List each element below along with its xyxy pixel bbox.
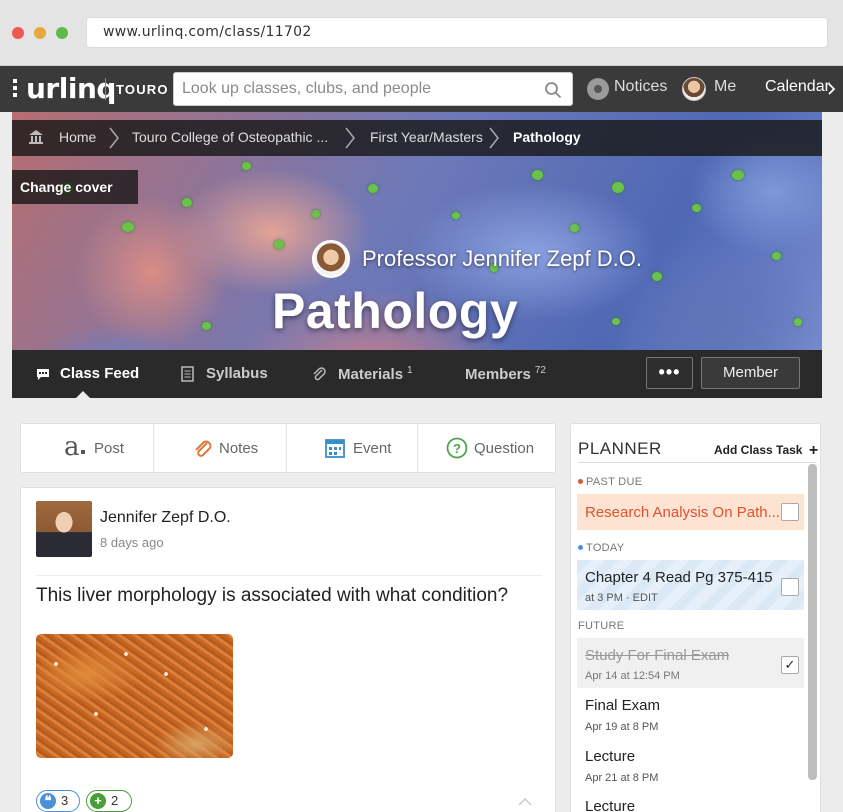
question-label: Question <box>474 440 535 457</box>
post-author-name[interactable]: Jennifer Zepf D.O. <box>100 509 231 527</box>
plus-icon: + <box>90 793 106 809</box>
post-label: Post <box>94 440 125 457</box>
breadcrumb-current: Pathology <box>513 129 581 145</box>
composer-question-button[interactable]: ? Question <box>418 424 555 472</box>
breadcrumb-college[interactable]: Touro College of Osteopathic ... <box>132 129 328 145</box>
logo[interactable]: urlinq <box>26 72 116 105</box>
post-icon: a <box>64 432 80 462</box>
home-icon[interactable] <box>28 129 44 145</box>
notes-label: Notes <box>219 440 259 457</box>
author-avatar[interactable] <box>36 501 92 557</box>
materials-count: 1 <box>407 365 413 376</box>
menu-icon[interactable] <box>13 79 17 99</box>
task-title: Chapter 4 Read Pg 375-415 <box>585 569 773 586</box>
calendar-icon <box>325 439 345 458</box>
task-meta: Apr 19 at 8 PM <box>585 721 659 733</box>
syllabus-icon <box>181 366 194 382</box>
planner-title: PLANNER <box>578 439 662 458</box>
logo-divider <box>105 78 106 100</box>
chevron-right-icon[interactable] <box>828 83 836 95</box>
feed-icon <box>37 369 49 380</box>
more-options-button[interactable]: ••• <box>646 357 693 389</box>
section-today: TODAY <box>578 542 624 554</box>
composer-event-button[interactable]: Event <box>287 424 418 472</box>
browser-toolbar: www.urlinq.com/class/11702 <box>0 0 843 66</box>
event-label: Event <box>353 440 392 457</box>
plus-pill[interactable]: + 2 <box>86 790 132 812</box>
task-title: Final Exam <box>585 697 661 714</box>
task-item[interactable]: Lecture <box>577 792 804 812</box>
notices-icon[interactable] <box>587 78 609 100</box>
add-class-task-button[interactable]: Add Class Task + <box>714 442 818 460</box>
search-input[interactable] <box>174 73 534 105</box>
window-minimize-button[interactable] <box>34 27 46 39</box>
tab-syllabus[interactable]: Syllabus <box>206 365 268 382</box>
replies-pill[interactable]: ❝ 3 <box>36 790 80 812</box>
chevron-up-icon[interactable] <box>518 798 532 806</box>
task-checkbox-checked[interactable]: ✓ <box>781 656 799 674</box>
tab-members[interactable]: Members 72 <box>465 365 546 383</box>
me-link[interactable]: Me <box>714 78 736 96</box>
active-tab-indicator <box>76 391 90 398</box>
app-nav-bar: urlinq TOURO Notices Me Calendar <box>0 66 843 112</box>
task-title: Study For Final Exam <box>585 647 730 664</box>
section-past-due: PAST DUE <box>578 476 642 488</box>
task-title: Research Analysis On Path... <box>585 504 781 521</box>
composer-post-button[interactable]: a Post <box>21 424 154 472</box>
task-meta: Apr 14 at 12:54 PM <box>585 670 680 682</box>
breadcrumb-separator-icon <box>345 127 355 149</box>
section-future: FUTURE <box>578 620 625 632</box>
task-item[interactable]: Final Exam Apr 19 at 8 PM <box>577 690 804 740</box>
address-bar[interactable]: www.urlinq.com/class/11702 <box>86 17 828 48</box>
task-item[interactable]: Research Analysis On Path... <box>577 494 804 530</box>
window-close-button[interactable] <box>12 27 24 39</box>
paperclip-icon <box>195 440 212 457</box>
task-item[interactable]: Study For Final Exam Apr 14 at 12:54 PM … <box>577 638 804 688</box>
paperclip-icon <box>313 367 326 381</box>
members-count: 72 <box>534 365 546 376</box>
post-timestamp: 8 days ago <box>100 535 164 550</box>
window-maximize-button[interactable] <box>56 27 68 39</box>
question-icon: ? <box>446 437 468 459</box>
change-cover-button[interactable]: Change cover <box>12 170 138 204</box>
breadcrumb: Home Touro College of Osteopathic ... Fi… <box>12 120 822 156</box>
breadcrumb-year[interactable]: First Year/Masters <box>370 129 483 145</box>
plus-icon: + <box>808 442 819 459</box>
composer-notes-button[interactable]: Notes <box>154 424 287 472</box>
reply-icon: ❝ <box>40 793 56 809</box>
breadcrumb-separator-icon <box>109 127 119 149</box>
tab-materials[interactable]: Materials 1 <box>338 365 413 383</box>
task-checkbox[interactable] <box>781 578 799 596</box>
task-meta: Apr 21 at 8 PM <box>585 772 659 784</box>
task-title: Lecture <box>585 798 636 812</box>
notices-link[interactable]: Notices <box>614 78 667 96</box>
professor-name[interactable]: Professor Jennifer Zepf D.O. <box>362 246 642 272</box>
task-item[interactable]: Chapter 4 Read Pg 375-415 at 3 PM · EDIT <box>577 560 804 610</box>
breadcrumb-home[interactable]: Home <box>59 129 96 145</box>
planner-scrollbar[interactable] <box>808 464 817 780</box>
replies-count: 3 <box>61 793 69 808</box>
member-button[interactable]: Member <box>701 357 800 389</box>
tab-class-feed[interactable]: Class Feed <box>60 365 139 382</box>
plus-count: 2 <box>111 793 119 808</box>
svg-text:?: ? <box>453 441 461 456</box>
search-icon[interactable] <box>544 81 562 99</box>
task-checkbox[interactable] <box>781 503 799 521</box>
post-composer: a Post Notes Event ? Question <box>20 423 556 473</box>
post-image[interactable] <box>36 634 233 758</box>
calendar-link[interactable]: Calendar <box>765 78 830 96</box>
post-divider <box>36 575 542 576</box>
professor-avatar[interactable] <box>312 240 350 278</box>
planner-divider <box>578 462 816 463</box>
school-name: TOURO <box>116 82 169 97</box>
post-question-text: This liver morphology is associated with… <box>36 585 509 606</box>
task-meta: at 3 PM · EDIT <box>585 592 658 604</box>
task-item[interactable]: Lecture Apr 21 at 8 PM <box>577 741 804 791</box>
search-box <box>173 72 573 106</box>
user-avatar[interactable] <box>682 77 706 101</box>
task-title: Lecture <box>585 748 636 765</box>
breadcrumb-separator-icon <box>489 127 499 149</box>
class-title: Pathology <box>272 283 519 339</box>
